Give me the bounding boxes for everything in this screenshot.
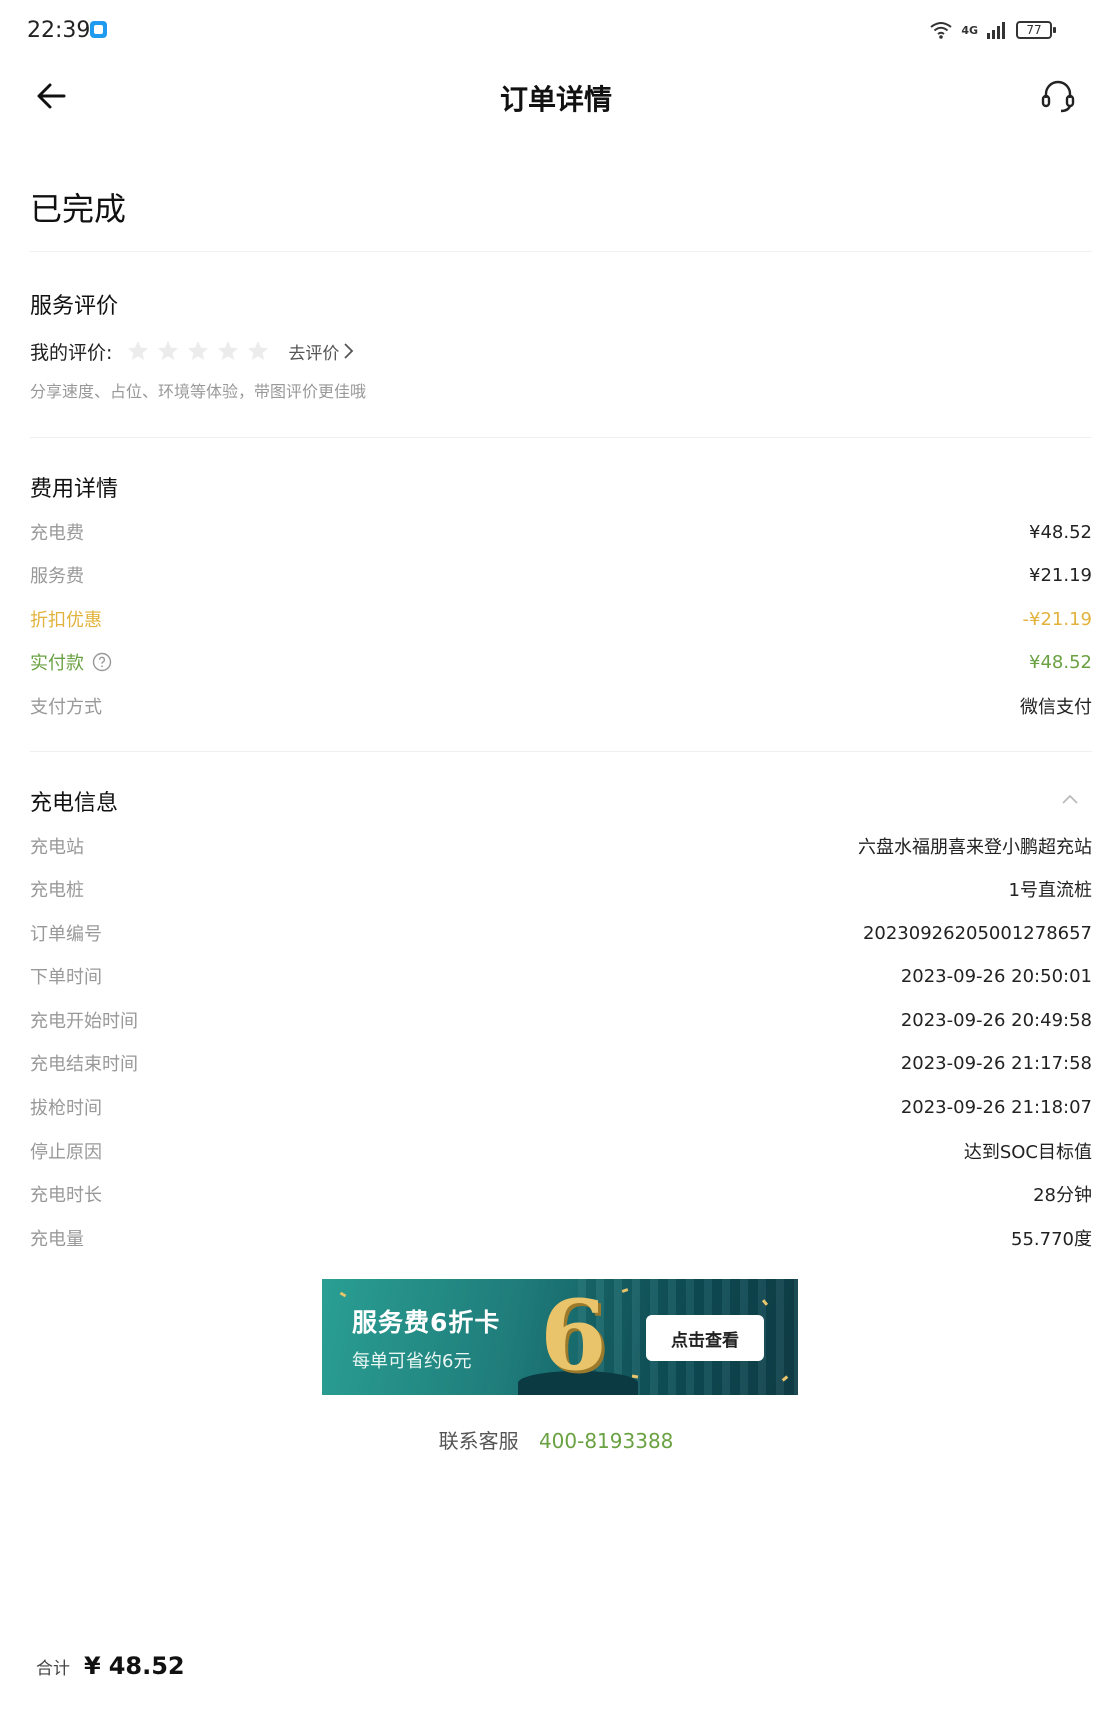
divider — [30, 251, 1092, 252]
my-rating-label: 我的评价: — [30, 341, 113, 364]
contact-phone-link[interactable]: 400-8193388 — [539, 1429, 673, 1453]
go-rate-label: 去评价 — [288, 343, 340, 364]
fee-row-payment-method: 支付方式 微信支付 — [30, 691, 1092, 721]
info-value: 六盘水福朋喜来登小鹏超充站 — [858, 837, 1092, 858]
info-value: 28分钟 — [1033, 1185, 1092, 1206]
info-row-order-time: 下单时间 2023-09-26 20:50:01 — [30, 961, 1092, 991]
info-row-unplug-time: 拔枪时间 2023-09-26 21:18:07 — [30, 1092, 1092, 1122]
status-time: 22:39 — [27, 18, 91, 43]
fee-row-paid: 实付款 ¥48.52 — [30, 647, 1092, 677]
fee-label-wrap: 实付款 — [30, 649, 112, 675]
order-status: 已完成 — [30, 190, 127, 228]
info-label: 充电开始时间 — [30, 1011, 138, 1032]
info-label: 充电结束时间 — [30, 1054, 138, 1075]
info-label: 下单时间 — [30, 967, 102, 988]
fee-value: 微信支付 — [1020, 697, 1092, 718]
confetti-decoration — [339, 1291, 347, 1298]
star-rating[interactable] — [126, 339, 270, 363]
go-rate-link[interactable]: 去评价 — [288, 339, 354, 364]
charging-section-title: 充电信息 — [30, 791, 119, 816]
status-indicators: 4G 77 — [929, 18, 1056, 42]
info-row-end-time: 充电结束时间 2023-09-26 21:17:58 — [30, 1048, 1092, 1078]
total-currency: ¥ — [84, 1652, 101, 1680]
info-label: 充电桩 — [30, 880, 84, 901]
fee-row-charging: 充电费 ¥48.52 — [30, 517, 1092, 547]
star-icon[interactable] — [246, 339, 270, 363]
rating-row: 我的评价: 去评价 — [30, 336, 354, 366]
page-title: 订单详情 — [499, 83, 612, 116]
fee-label: 折扣优惠 — [30, 610, 102, 631]
wifi-icon — [930, 22, 952, 39]
chevron-up-icon[interactable] — [1058, 788, 1082, 812]
signal-icon — [987, 22, 1005, 39]
info-row-pile: 充电桩 1号直流桩 — [30, 874, 1092, 904]
star-icon[interactable] — [186, 339, 210, 363]
promo-banner[interactable]: 服务费6折卡 每单可省约6元 6 点击查看 — [322, 1279, 798, 1395]
divider — [30, 751, 1092, 752]
star-icon[interactable] — [156, 339, 180, 363]
contact-label: 联系客服 — [438, 1429, 519, 1453]
headset-icon — [1041, 80, 1075, 113]
info-value: 1号直流桩 — [1008, 880, 1092, 901]
fee-row-discount: 折扣优惠 -¥21.19 — [30, 604, 1092, 634]
fee-label: 服务费 — [30, 566, 84, 587]
fee-value: ¥48.52 — [1029, 651, 1092, 673]
info-label: 充电时长 — [30, 1185, 102, 1206]
fees-section-title: 费用详情 — [30, 477, 119, 502]
contact-line: 联系客服 400-8193388 — [0, 1425, 1112, 1454]
banner-view-button[interactable]: 点击查看 — [646, 1315, 764, 1361]
notification-app-icon — [90, 21, 107, 38]
star-icon[interactable] — [126, 339, 150, 363]
info-row-station: 充电站 六盘水福朋喜来登小鹏超充站 — [30, 831, 1092, 861]
fee-label: 支付方式 — [30, 697, 102, 718]
network-type: 4G — [961, 23, 978, 37]
info-value: 2023-09-26 20:50:01 — [900, 965, 1092, 987]
info-value: 20230926205001278657 — [862, 922, 1092, 944]
question-circle-icon[interactable] — [92, 652, 112, 672]
info-label: 充电量 — [30, 1229, 84, 1250]
fee-label: 充电费 — [30, 523, 84, 544]
info-row-duration: 充电时长 28分钟 — [30, 1179, 1092, 1209]
fee-label: 实付款 — [30, 653, 84, 674]
info-label: 拔枪时间 — [30, 1098, 102, 1119]
star-icon[interactable] — [216, 339, 240, 363]
total-label: 合计 — [36, 1659, 70, 1679]
rating-hint: 分享速度、占位、环境等体验，带图评价更佳哦 — [30, 382, 367, 401]
info-row-start-time: 充电开始时间 2023-09-26 20:49:58 — [30, 1005, 1092, 1035]
banner-big-number: 6 — [540, 1279, 607, 1392]
battery-indicator: 77 — [1016, 21, 1056, 39]
divider — [30, 437, 1092, 438]
info-value: 55.770度 — [1011, 1229, 1092, 1250]
fee-value: ¥21.19 — [1029, 564, 1092, 586]
banner-subtitle: 每单可省约6元 — [352, 1351, 472, 1372]
nav-bar: 订单详情 — [0, 62, 1112, 134]
info-value: 2023-09-26 20:49:58 — [900, 1009, 1092, 1031]
info-label: 订单编号 — [30, 924, 102, 945]
status-bar: 22:39 4G 77 — [0, 0, 1112, 62]
total-bar: 合计 ¥ 48.52 — [36, 1652, 185, 1680]
chevron-right-icon — [344, 343, 354, 359]
info-value: 2023-09-26 21:17:58 — [900, 1052, 1092, 1074]
info-value: 2023-09-26 21:18:07 — [900, 1096, 1092, 1118]
customer-service-button[interactable] — [1034, 72, 1082, 120]
total-amount: 48.52 — [108, 1652, 185, 1680]
review-section-title: 服务评价 — [30, 294, 119, 319]
info-label: 充电站 — [30, 837, 84, 858]
info-row-stop-reason: 停止原因 达到SOC目标值 — [30, 1136, 1092, 1166]
info-value: 达到SOC目标值 — [963, 1142, 1092, 1163]
banner-title: 服务费6折卡 — [352, 1308, 501, 1337]
fee-value: -¥21.19 — [1022, 608, 1092, 630]
info-row-order-number: 订单编号 20230926205001278657 — [30, 918, 1092, 948]
fee-row-service: 服务费 ¥21.19 — [30, 560, 1092, 590]
info-row-energy: 充电量 55.770度 — [30, 1223, 1092, 1253]
fee-value: ¥48.52 — [1029, 521, 1092, 543]
info-label: 停止原因 — [30, 1142, 102, 1163]
